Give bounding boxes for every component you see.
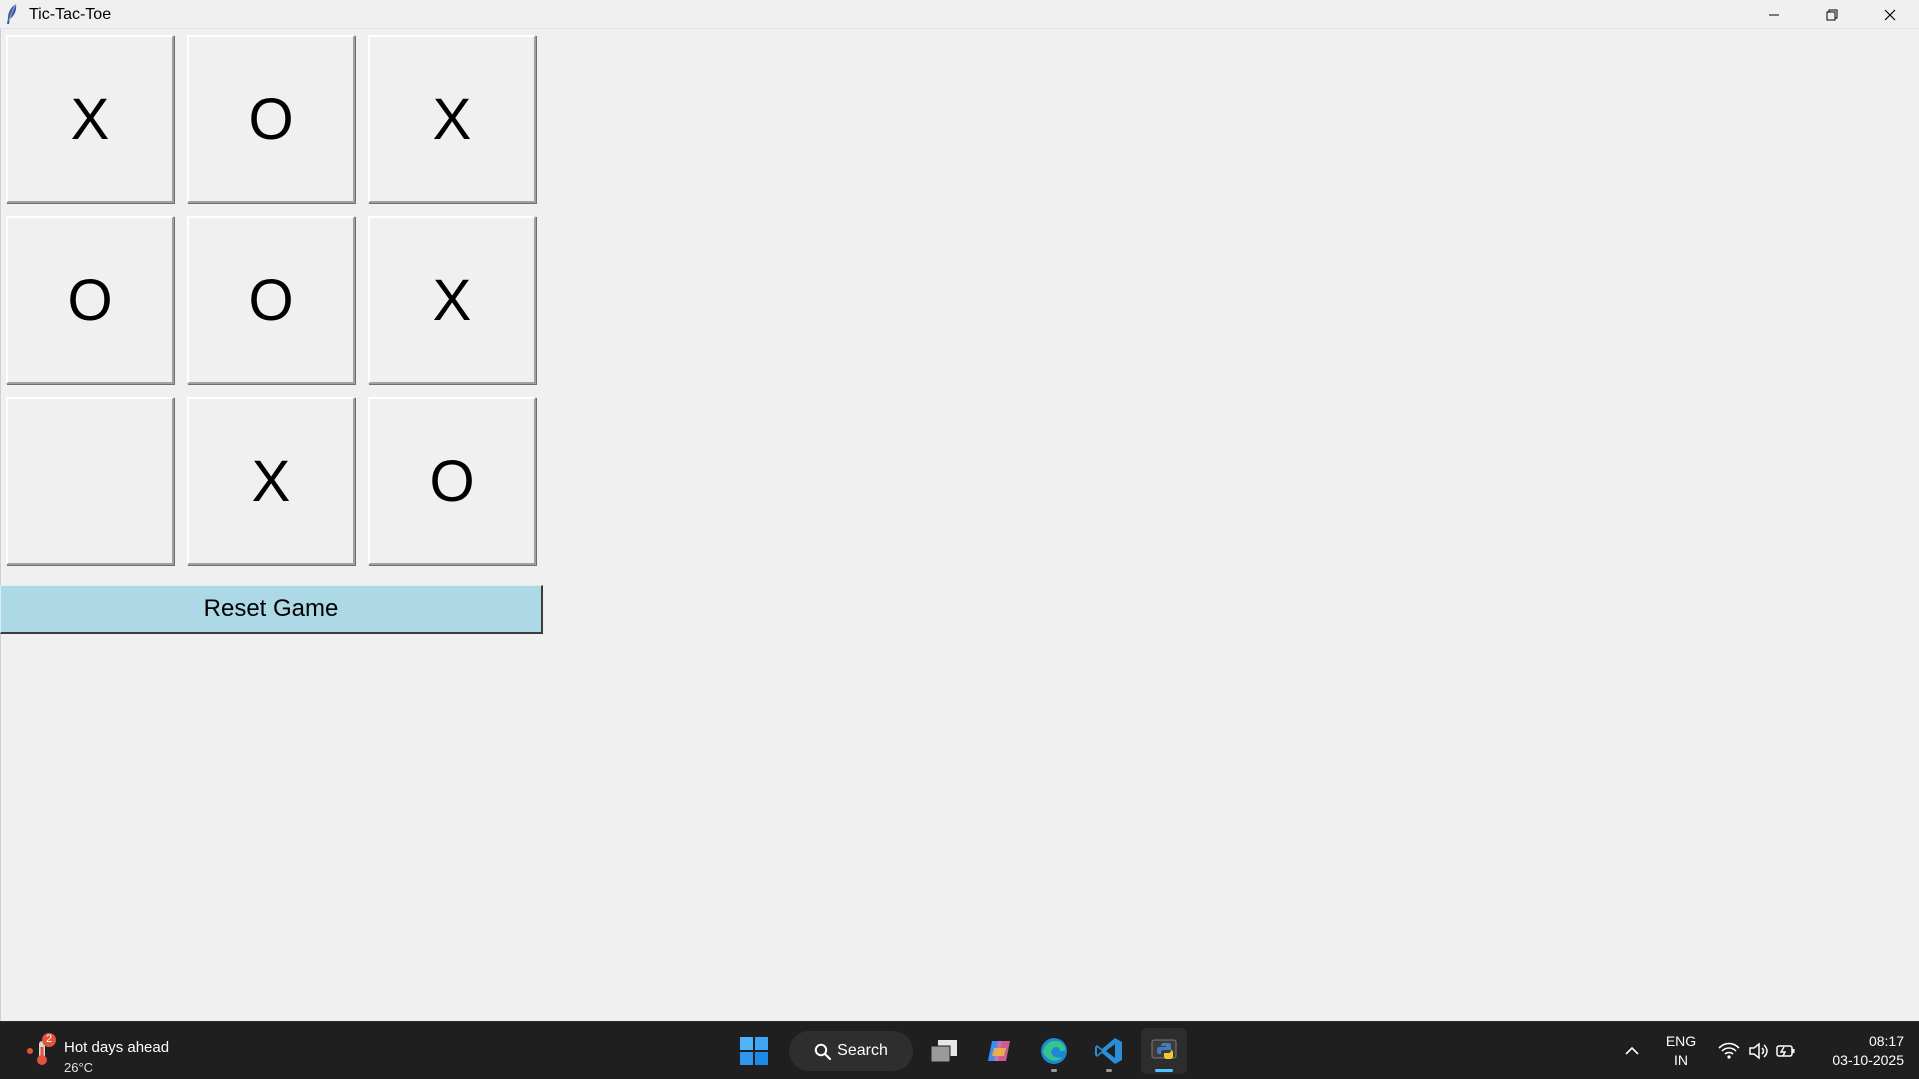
edge-button[interactable] [1031, 1028, 1077, 1074]
taskbar-search[interactable]: Search [789, 1031, 913, 1071]
clock-time: 08:17 [1868, 1033, 1904, 1049]
vscode-button[interactable] [1086, 1028, 1132, 1074]
reset-game-button[interactable]: Reset Game [0, 585, 543, 634]
feather-icon [7, 3, 17, 24]
desktop-screen: Tic-Tac-Toe X O X O O X X O Reset Game 2… [0, 0, 1919, 1079]
clock-date: 03-10-2025 [1832, 1052, 1904, 1068]
task-view-button[interactable] [921, 1028, 967, 1074]
game-board: X O X O O X X O [0, 29, 545, 569]
volume-icon [1749, 1042, 1768, 1060]
minimize-button[interactable] [1745, 0, 1803, 29]
language-code: ENG [1665, 1033, 1697, 1049]
window-titlebar[interactable]: Tic-Tac-Toe [0, 0, 1919, 29]
board-cell-7[interactable]: X [187, 397, 355, 565]
language-region: IN [1674, 1052, 1688, 1068]
copilot-button[interactable] [976, 1028, 1022, 1074]
chevron-up-icon [1625, 1046, 1639, 1055]
python-app-button[interactable] [1141, 1028, 1187, 1074]
board-cell-8[interactable]: O [368, 397, 536, 565]
battery-icon [1776, 1045, 1795, 1057]
copilot-icon [988, 1041, 1010, 1061]
taskbar: 2 Hot days ahead 26°C Search ENG IN 08:1… [0, 1021, 1919, 1079]
task-view-icon [930, 1040, 957, 1063]
minimize-icon [1769, 14, 1779, 15]
window-title: Tic-Tac-Toe [29, 6, 112, 23]
close-button[interactable] [1861, 0, 1919, 29]
weather-temperature: 26°C [64, 1060, 94, 1075]
system-clock[interactable]: 08:17 03-10-2025 [1810, 1032, 1904, 1070]
board-cell-2[interactable]: X [368, 35, 536, 203]
start-button[interactable] [731, 1028, 777, 1074]
board-cell-4[interactable]: O [187, 216, 355, 384]
running-indicator [1106, 1069, 1112, 1072]
board-cell-5[interactable]: X [368, 216, 536, 384]
board-cell-3[interactable]: O [6, 216, 174, 384]
board-cell-0[interactable]: X [6, 35, 174, 203]
python-icon [1151, 1039, 1177, 1059]
vscode-icon [1095, 1038, 1122, 1064]
restore-button[interactable] [1803, 0, 1861, 29]
windows-start-icon [740, 1037, 768, 1065]
weather-widget[interactable]: 2 Hot days ahead 26°C [24, 1029, 204, 1075]
running-indicator [1051, 1069, 1057, 1072]
weather-badge: 2 [45, 1033, 53, 1045]
search-icon [814, 1043, 832, 1060]
wifi-icon [1718, 1042, 1740, 1059]
show-hidden-icons-button[interactable] [1610, 1028, 1654, 1074]
quick-settings-button[interactable] [1712, 1028, 1802, 1074]
board-cell-1[interactable]: O [187, 35, 355, 203]
close-icon [1884, 9, 1896, 20]
edge-icon [1041, 1038, 1067, 1064]
board-cell-6[interactable] [6, 397, 174, 565]
language-indicator[interactable]: ENG IN [1662, 1032, 1700, 1070]
search-label: Search [837, 1042, 888, 1059]
restore-icon [1826, 9, 1838, 20]
active-indicator [1155, 1069, 1173, 1072]
weather-title: Hot days ahead [64, 1039, 170, 1056]
